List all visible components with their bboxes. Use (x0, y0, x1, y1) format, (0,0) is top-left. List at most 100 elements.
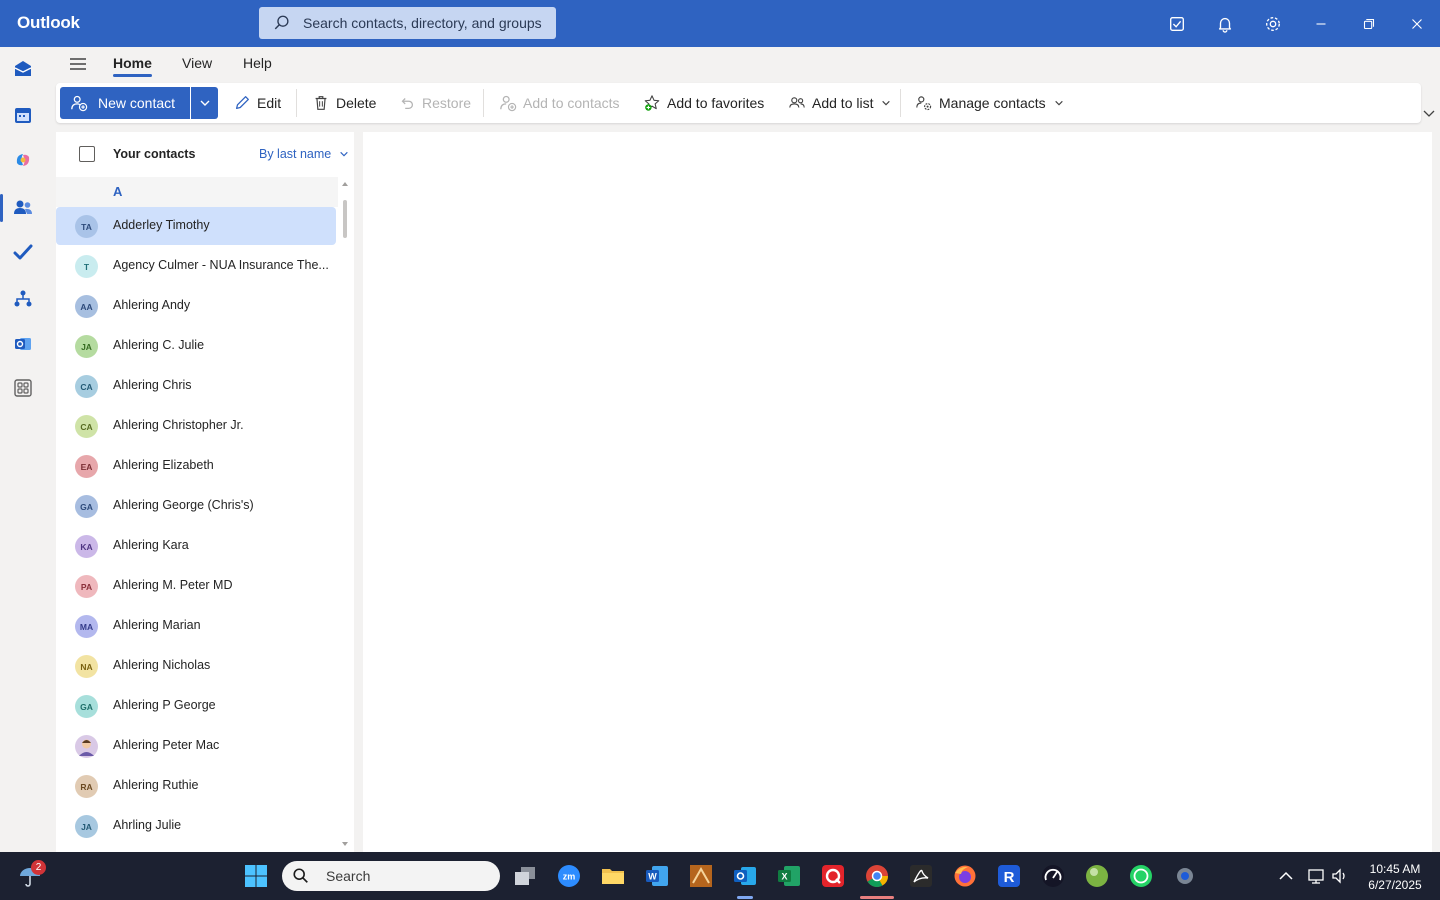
trash-icon (315, 96, 327, 110)
contact-row[interactable]: TA Adderley Timothy (56, 207, 336, 245)
star-add-icon (644, 95, 660, 111)
contacts-scrollbar[interactable] (340, 180, 350, 852)
rail-mail[interactable] (0, 49, 46, 89)
contact-avatar: PA (75, 575, 98, 598)
search-input[interactable]: Search contacts, directory, and groups (259, 7, 556, 39)
bell-icon (1218, 17, 1232, 33)
outlook-icon (734, 867, 756, 885)
add-person-icon (71, 95, 88, 112)
add-to-list-button[interactable]: Add to list (788, 87, 891, 119)
rail-outlook-app[interactable] (0, 324, 46, 364)
red-app-icon (822, 865, 844, 887)
contact-row[interactable]: PA Ahlering M. Peter MD (56, 567, 336, 605)
select-all-checkbox[interactable] (79, 146, 95, 162)
start-button[interactable] (240, 860, 272, 892)
tray-volume[interactable] (1330, 866, 1350, 886)
taskbar-outlook[interactable] (729, 860, 761, 892)
clock-date: 6/27/2025 (1368, 878, 1422, 892)
manage-contacts-button[interactable]: Manage contacts (915, 87, 1064, 119)
notifications-button[interactable] (1211, 10, 1239, 38)
tray-overflow-button[interactable] (1276, 866, 1296, 886)
rail-more-apps[interactable] (0, 368, 46, 408)
tab-view[interactable]: View (182, 55, 212, 71)
taskbar-red-app[interactable] (817, 860, 849, 892)
contact-row[interactable]: CA Ahlering Christopher Jr. (56, 407, 336, 445)
taskbar-green-app[interactable] (1081, 860, 1113, 892)
close-button[interactable] (1403, 10, 1431, 38)
contact-row[interactable]: EA Ahlering Elizabeth (56, 447, 336, 485)
tab-home[interactable]: Home (113, 55, 152, 71)
ribbon-separator (483, 89, 484, 117)
taskbar-settings[interactable] (1169, 860, 1201, 892)
contact-row[interactable]: RA Ahlering Ruthie (56, 767, 336, 805)
scroll-up-arrow-icon[interactable] (341, 180, 349, 188)
contact-name: Agency Culmer - NUA Insurance The... (113, 258, 329, 272)
rail-copilot[interactable] (0, 140, 46, 180)
taskbar-word[interactable]: W (641, 860, 673, 892)
contact-row[interactable]: GA Ahlering George (Chris's) (56, 487, 336, 525)
edit-label: Edit (257, 95, 282, 111)
taskbar-app-tool[interactable] (685, 860, 717, 892)
taskbar-speedtest[interactable] (1037, 860, 1069, 892)
contact-row[interactable]: MA Ahlering Marian (56, 607, 336, 645)
taskbar-task-view[interactable] (509, 860, 541, 892)
scroll-down-arrow-icon[interactable] (341, 840, 349, 848)
contact-name: Ahlering C. Julie (113, 338, 205, 352)
my-day-button[interactable] (1163, 10, 1191, 38)
taskbar-clock[interactable]: 10:45 AM 6/27/2025 (1360, 861, 1430, 893)
taskbar-firefox[interactable] (949, 860, 981, 892)
contact-row[interactable]: JA Ahrling Julie (56, 807, 336, 845)
contact-name: Ahlering Andy (113, 298, 191, 312)
sort-by-dropdown[interactable]: By last name (259, 147, 349, 161)
new-contact-button[interactable]: New contact (60, 87, 190, 119)
restore-button[interactable]: Restore (398, 87, 471, 119)
rail-people[interactable] (0, 187, 46, 227)
tray-network[interactable] (1306, 866, 1326, 886)
taskbar-search-label: Search (326, 868, 371, 884)
svg-text:W: W (648, 872, 657, 882)
taskbar-chrome[interactable] (861, 860, 893, 892)
taskbar-file-explorer[interactable] (597, 860, 629, 892)
add-to-favorites-button[interactable]: Add to favorites (643, 87, 764, 119)
add-to-contacts-button[interactable]: Add to contacts (499, 87, 620, 119)
search-icon (293, 868, 308, 883)
delete-button[interactable]: Delete (312, 87, 376, 119)
contact-row[interactable]: GA Ahlering P George (56, 687, 336, 725)
contact-row[interactable]: JA Ahlering C. Julie (56, 327, 336, 365)
sort-by-label: By last name (259, 147, 332, 161)
taskbar-acrobat[interactable] (905, 860, 937, 892)
minimize-button[interactable] (1307, 10, 1335, 38)
rail-todo[interactable] (0, 232, 46, 272)
contact-row[interactable]: AA Ahlering Andy (56, 287, 336, 325)
contact-row[interactable]: NA Ahlering Nicholas (56, 647, 336, 685)
taskbar-r-app[interactable]: R (993, 860, 1025, 892)
settings-gear-icon (1177, 868, 1193, 884)
settings-button[interactable] (1259, 10, 1287, 38)
hamburger-menu-icon[interactable] (66, 52, 90, 76)
contact-row[interactable]: CA Ahlering Chris (56, 367, 336, 405)
delete-label: Delete (336, 95, 377, 111)
scroll-thumb[interactable] (343, 200, 347, 238)
rail-org-explorer[interactable] (0, 279, 46, 319)
letter-group-header: A (56, 177, 338, 207)
restore-label: Restore (422, 95, 472, 111)
contact-name: Ahrling Julie (113, 818, 182, 832)
tab-help[interactable]: Help (243, 55, 272, 71)
taskbar-excel[interactable]: X (773, 860, 805, 892)
taskbar-search[interactable]: Search (282, 861, 500, 891)
ribbon-expand-chevron-icon[interactable] (1422, 106, 1436, 120)
restore-window-button[interactable] (1355, 10, 1383, 38)
rail-calendar[interactable] (0, 95, 46, 135)
contact-row[interactable]: T Agency Culmer - NUA Insurance The... (56, 247, 336, 285)
taskbar-whatsapp[interactable] (1125, 860, 1157, 892)
contact-row[interactable]: Ahlering Peter Mac (56, 727, 336, 765)
contact-name: Ahlering Nicholas (113, 658, 211, 672)
edit-button[interactable]: Edit (233, 87, 281, 119)
contact-avatar: JA (75, 335, 98, 358)
contact-row[interactable]: KA Ahlering Kara (56, 527, 336, 565)
green-orb-icon (1086, 865, 1108, 887)
taskbar-zoom[interactable]: zm (553, 860, 585, 892)
add-to-favorites-label: Add to favorites (667, 95, 765, 111)
new-contact-dropdown[interactable] (191, 87, 218, 119)
contact-avatar: RA (75, 775, 98, 798)
